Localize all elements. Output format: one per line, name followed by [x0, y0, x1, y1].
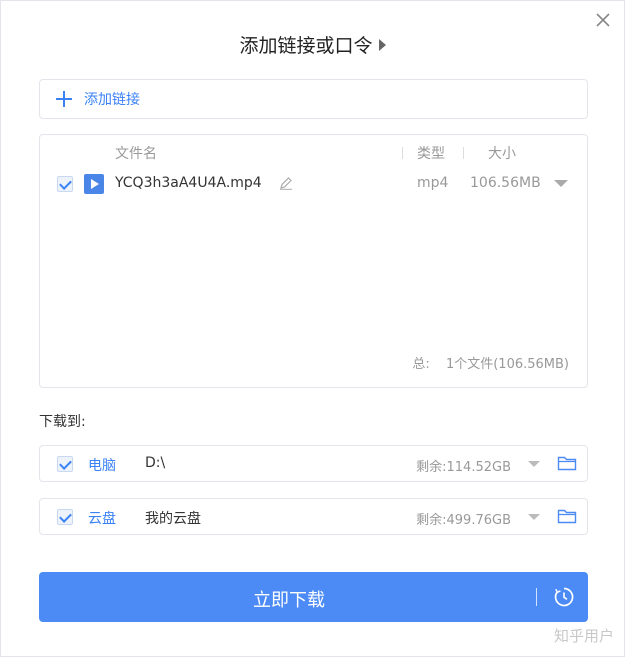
chevron-down-icon[interactable]	[554, 180, 568, 187]
download-now-label: 立即下载	[253, 590, 325, 611]
target-checkbox-cloud[interactable]	[57, 509, 73, 525]
watermark: 知乎用户	[553, 627, 614, 645]
file-checkbox[interactable]	[57, 176, 73, 192]
header-divider	[463, 147, 464, 159]
target-name-cloud[interactable]: 云盘	[88, 508, 116, 528]
add-link-label: 添加链接	[84, 92, 140, 108]
edit-icon[interactable]	[279, 176, 293, 190]
button-divider	[536, 588, 537, 606]
file-row: YCQ3h3aA4U4A.mp4 mp4 106.56MB	[40, 173, 587, 197]
download-now-button[interactable]: 立即下载	[39, 572, 588, 622]
target-path-cloud[interactable]: 我的云盘	[145, 508, 201, 528]
dialog-title[interactable]: 添加链接或口令	[239, 31, 386, 58]
target-name-pc[interactable]: 电脑	[88, 455, 116, 475]
dialog-title-text: 添加链接或口令	[239, 35, 373, 57]
folder-icon[interactable]	[557, 455, 577, 471]
file-summary: 总: 1个文件(106.56MB)	[412, 353, 569, 372]
file-list-header: 文件名 类型 大小	[40, 143, 587, 163]
file-size: 106.56MB	[470, 175, 541, 191]
target-checkbox-pc[interactable]	[57, 456, 73, 472]
download-target-pc: 电脑 D:\ 剩余:114.52GB	[39, 445, 588, 482]
header-divider	[402, 147, 403, 159]
target-path-pc[interactable]: D:\	[145, 455, 165, 471]
close-icon[interactable]	[594, 11, 612, 29]
folder-icon[interactable]	[557, 508, 577, 524]
add-link-button[interactable]: 添加链接	[39, 79, 588, 119]
header-size: 大小	[488, 146, 516, 162]
video-file-icon	[84, 174, 104, 194]
summary-label: 总:	[412, 357, 430, 372]
clock-icon[interactable]	[553, 586, 575, 608]
header-file-name: 文件名	[115, 146, 157, 162]
download-target-cloud: 云盘 我的云盘 剩余:499.76GB	[39, 498, 588, 535]
file-name: YCQ3h3aA4U4A.mp4	[115, 175, 262, 191]
header-type: 类型	[417, 146, 445, 162]
chevron-down-icon[interactable]	[528, 514, 540, 520]
file-list-panel: 文件名 类型 大小 YCQ3h3aA4U4A.mp4 mp4 106.56MB …	[39, 134, 588, 388]
target-free-space-pc: 剩余:114.52GB	[416, 460, 511, 475]
plus-icon	[56, 91, 72, 107]
file-type: mp4	[417, 175, 449, 191]
title-bar: 添加链接或口令	[1, 31, 624, 58]
download-to-label: 下载到:	[39, 414, 86, 430]
caret-right-icon	[378, 38, 386, 51]
summary-value: 1个文件(106.56MB)	[445, 357, 569, 372]
add-link-dialog: 添加链接或口令 添加链接 文件名 类型 大小 YCQ3h3aA4U4A.mp4 …	[0, 0, 625, 657]
chevron-down-icon[interactable]	[528, 461, 540, 467]
target-free-space-cloud: 剩余:499.76GB	[416, 513, 511, 528]
